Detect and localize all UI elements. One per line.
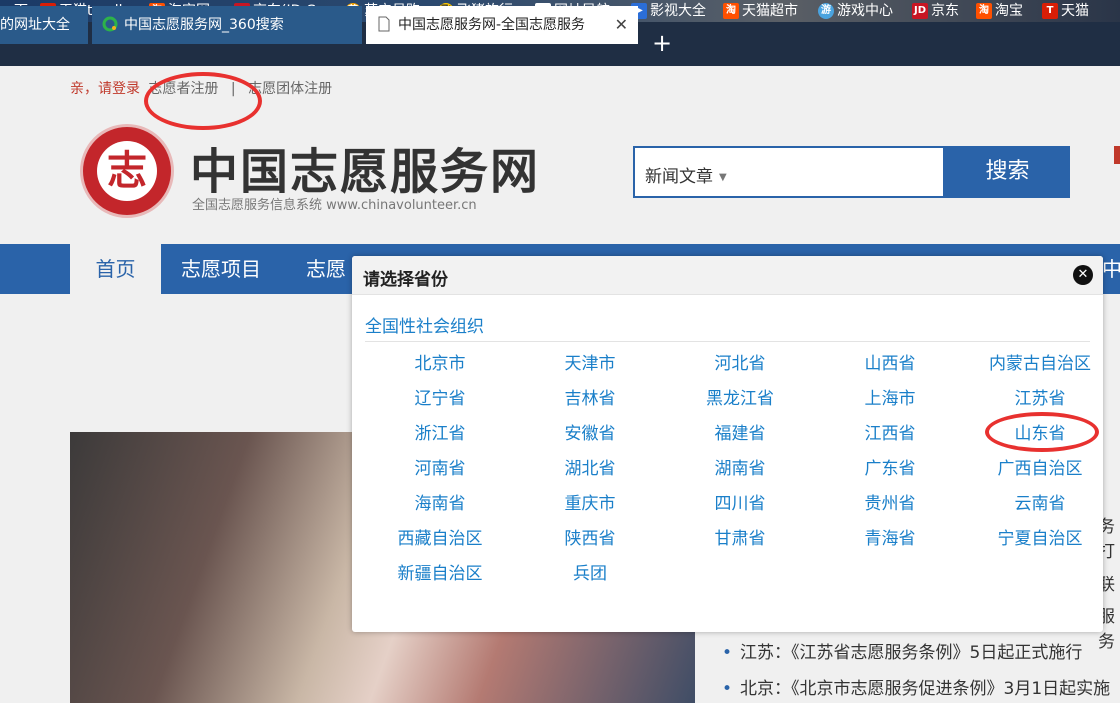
login-link[interactable]: 亲，请登录 [70, 81, 140, 97]
province-item[interactable]: 内蒙古自治区 [965, 349, 1103, 374]
site-logo[interactable]: 志 [80, 124, 174, 218]
province-item[interactable]: 重庆市 [515, 489, 665, 514]
national-orgs-link[interactable]: 全国性社会组织 [365, 312, 484, 337]
page-icon [378, 16, 390, 32]
site-subtitle: 全国志愿服务信息系统 www.chinavolunteer.cn [192, 198, 477, 213]
bookmark-games[interactable]: 游游戏中心 [818, 0, 893, 22]
nav-projects[interactable]: 志愿项目 [181, 244, 261, 294]
close-icon[interactable]: ✕ [1073, 265, 1093, 285]
province-item[interactable]: 河南省 [365, 454, 515, 479]
province-item[interactable]: 青海省 [815, 524, 965, 549]
province-item[interactable]: 西藏自治区 [365, 524, 515, 549]
province-item[interactable]: 新疆自治区 [365, 559, 515, 584]
province-item[interactable]: 上海市 [815, 384, 965, 409]
tmall-icon: T [1042, 3, 1058, 19]
nav-right-partial[interactable]: 中 [1102, 244, 1120, 294]
province-modal: 请选择省份 ✕ 全国性社会组织 北京市 天津市 河北省 山西省 内蒙古自治区辽宁省 吉林省… [352, 256, 1103, 632]
modal-header: 请选择省份 ✕ [352, 256, 1103, 295]
taobao-icon: 淘 [976, 3, 992, 19]
bullet-icon: • [722, 643, 733, 663]
search-input[interactable]: 新闻文章 ▼ [633, 146, 945, 198]
province-item[interactable]: 吉林省 [515, 384, 665, 409]
province-item[interactable]: 贵州省 [815, 489, 965, 514]
tab-active-page[interactable]: 中国志愿服务网-全国志愿服务 ✕ [366, 6, 638, 44]
search-button[interactable]: 搜索 [945, 146, 1070, 198]
new-tab-icon[interactable]: + [652, 28, 672, 58]
bookmark-jd2[interactable]: JD 京东 [912, 0, 959, 22]
jd-icon: JD [912, 3, 928, 19]
province-item[interactable]: 浙江省 [365, 419, 515, 444]
province-item[interactable]: 福建省 [665, 419, 815, 444]
province-item[interactable]: 山西省 [815, 349, 965, 374]
province-item[interactable]: 北京市 [365, 349, 515, 374]
province-item[interactable]: 兵团 [515, 559, 665, 584]
close-tab-icon[interactable]: ✕ [615, 6, 628, 44]
province-item[interactable]: 甘肃省 [665, 524, 815, 549]
province-item[interactable]: 广东省 [815, 454, 965, 479]
bookmark-taobao2[interactable]: 淘淘宝 [976, 0, 1023, 22]
province-item[interactable]: 湖南省 [665, 454, 815, 479]
province-item[interactable]: 河北省 [665, 349, 815, 374]
taobao-icon: 淘 [723, 3, 739, 19]
nav-home[interactable]: 首页 [70, 244, 161, 294]
news-item[interactable]: • 北京：《北京市志愿服务促进条例》3月1日起实施 [722, 674, 1110, 699]
tab-360-search[interactable]: 中国志愿服务网_360搜索 [92, 6, 362, 44]
bookmark-tmall2[interactable]: T 天猫 [1042, 0, 1089, 22]
province-item[interactable]: 广西自治区 [965, 454, 1103, 479]
province-item[interactable]: 海南省 [365, 489, 515, 514]
annotation-circle-register [144, 72, 262, 130]
province-item[interactable]: 云南省 [965, 489, 1103, 514]
chevron-down-icon: ▼ [719, 172, 727, 183]
search-type-select[interactable]: 新闻文章 ▼ [645, 162, 727, 187]
province-item[interactable]: 辽宁省 [365, 384, 515, 409]
province-item[interactable]: 黑龙江省 [665, 384, 815, 409]
bullet-icon: • [722, 679, 733, 699]
news-item[interactable]: • 江苏：《江苏省志愿服务条例》5日起正式施行 [722, 638, 1082, 663]
modal-title: 请选择省份 [363, 270, 448, 290]
province-item[interactable]: 江西省 [815, 419, 965, 444]
game-icon: 游 [818, 3, 834, 19]
bookmark-video[interactable]: ▶ 影视大全 [631, 0, 706, 22]
province-item[interactable]: 陕西省 [515, 524, 665, 549]
province-item[interactable]: 宁夏自治区 [965, 524, 1103, 549]
bookmark-tmall-market[interactable]: 淘天猫超市 [723, 0, 798, 22]
decorative-edge [1114, 146, 1120, 164]
province-item[interactable]: 天津市 [515, 349, 665, 374]
search-360-icon [102, 16, 118, 32]
divider [365, 341, 1090, 342]
nav-partial[interactable]: 志愿 [306, 244, 346, 294]
site-title: 中国志愿服务网 [190, 144, 541, 200]
province-item[interactable]: 四川省 [665, 489, 815, 514]
province-item[interactable]: 江苏省 [965, 384, 1103, 409]
tab-navigation[interactable]: 的网址大全 [0, 6, 88, 44]
province-item[interactable]: 安徽省 [515, 419, 665, 444]
annotation-circle-shandong [985, 412, 1099, 452]
province-item[interactable]: 湖北省 [515, 454, 665, 479]
logo-mark: 志 [97, 141, 157, 201]
